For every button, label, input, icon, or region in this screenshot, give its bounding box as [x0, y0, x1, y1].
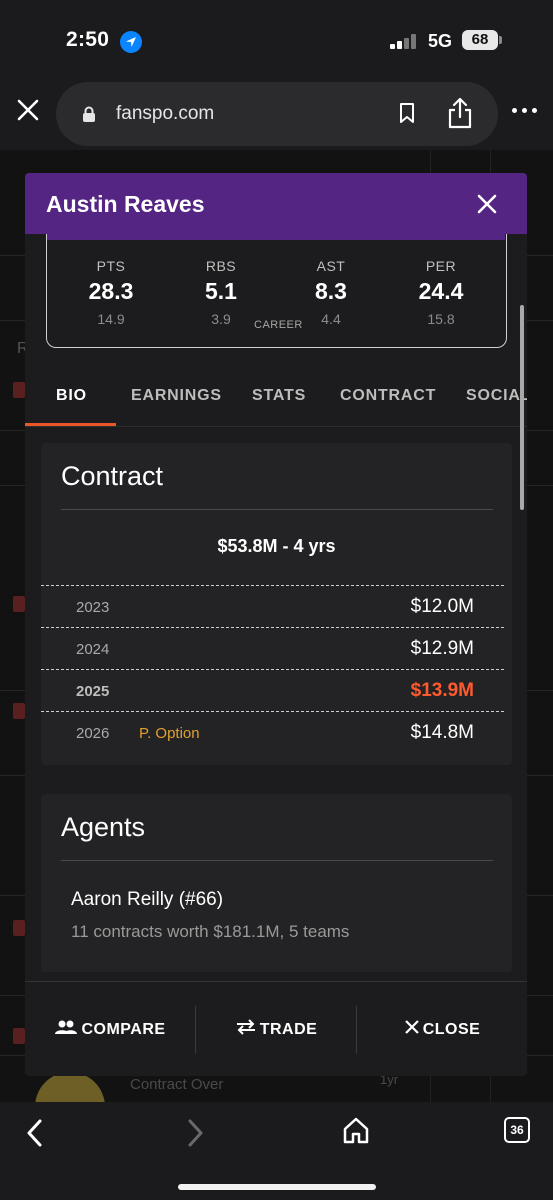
- compare-button[interactable]: COMPARE: [25, 982, 195, 1076]
- browser-toolbar: 36: [0, 1102, 553, 1200]
- player-option-label: P. Option: [139, 725, 200, 742]
- stat-value: 8.3: [315, 278, 347, 304]
- stat-value: 28.3: [88, 278, 134, 304]
- agents-card: Agents Aaron Reilly (#66) 11 contracts w…: [41, 794, 512, 972]
- modal-header: Austin Reaves: [25, 173, 527, 234]
- share-icon[interactable]: [446, 96, 474, 135]
- stat-value: 24.4: [418, 278, 464, 304]
- tab-stats[interactable]: STATS: [252, 387, 306, 405]
- trade-label: TRADE: [259, 1020, 318, 1038]
- season-stats-box: PTS 28.3 14.9 RBS 5.1 3.9 AST 8.3 4.4 PE…: [46, 234, 507, 348]
- close-button[interactable]: CLOSE: [357, 982, 527, 1076]
- status-bar: 2:50 5G 68: [0, 0, 553, 74]
- home-indicator: [178, 1184, 376, 1190]
- contract-row: 2023 $12.0M: [41, 585, 504, 627]
- stat-per: PER 24.4 15.8: [391, 258, 491, 327]
- bookmark-icon[interactable]: [398, 102, 416, 129]
- tabs-count-icon[interactable]: 36: [504, 1117, 530, 1143]
- close-label: CLOSE: [422, 1020, 481, 1038]
- address-bar[interactable]: fanspo.com: [56, 82, 498, 146]
- stat-label: AST: [316, 258, 346, 274]
- location-arrow-icon: [120, 31, 142, 53]
- cellular-signal-icon: [390, 33, 422, 49]
- battery-icon: 68: [462, 30, 498, 50]
- swap-arrows-icon: [235, 1019, 257, 1040]
- contract-amount: $12.0M: [410, 596, 474, 617]
- contract-row: 2026 P. Option $14.8M: [41, 711, 504, 753]
- people-icon: [54, 1019, 78, 1040]
- agents-title: Agents: [61, 812, 146, 842]
- close-icon: [404, 1019, 420, 1040]
- contract-row: 2024 $12.9M: [41, 627, 504, 669]
- background-badge: [13, 920, 25, 936]
- career-label: CAREER: [254, 319, 303, 331]
- contract-amount: $14.8M: [410, 722, 474, 743]
- more-options-icon[interactable]: [510, 104, 540, 116]
- battery-nub: [499, 36, 502, 44]
- lock-icon: [82, 106, 96, 128]
- stat-pts: PTS 28.3 14.9: [61, 258, 161, 327]
- background-badge: [13, 382, 25, 398]
- stat-label: PTS: [96, 258, 126, 274]
- player-modal: Austin Reaves PTS 28.3 14.9 RBS 5.1 3.9 …: [25, 173, 527, 1076]
- home-icon[interactable]: [342, 1116, 370, 1151]
- contract-amount: $12.9M: [410, 638, 474, 659]
- url-text[interactable]: fanspo.com: [116, 103, 214, 125]
- stat-rbs: RBS 5.1 3.9: [171, 258, 271, 327]
- network-type: 5G: [428, 31, 453, 51]
- scrollbar-thumb[interactable]: [520, 305, 524, 510]
- contract-amount: $13.9M: [410, 680, 474, 701]
- background-badge: [13, 1028, 25, 1044]
- background-player-image: [35, 1072, 105, 1102]
- forward-icon[interactable]: [184, 1118, 206, 1153]
- trade-button[interactable]: TRADE: [196, 982, 356, 1076]
- stat-career-value: 15.8: [427, 311, 455, 327]
- stat-label: PER: [425, 258, 457, 274]
- contract-year: 2023: [76, 599, 110, 616]
- agent-detail: 11 contracts worth $181.1M, 5 teams: [71, 922, 350, 941]
- close-tab-icon[interactable]: [14, 96, 42, 124]
- player-name: Austin Reaves: [46, 191, 205, 217]
- tab-bio[interactable]: BIO: [56, 387, 87, 405]
- contract-year: 2024: [76, 641, 110, 658]
- stats-accent-strip: [47, 234, 505, 240]
- modal-action-bar: COMPARE TRADE CLOSE: [25, 981, 527, 1076]
- stat-ast: AST 8.3 4.4: [281, 258, 381, 327]
- stat-label: RBS: [205, 258, 237, 274]
- tab-social[interactable]: SOCIAL: [466, 387, 527, 405]
- contract-total: $53.8M - 4 yrs: [217, 536, 336, 556]
- background-badge: [13, 703, 25, 719]
- browser-bar: fanspo.com: [0, 74, 553, 150]
- contract-card: Contract $53.8M - 4 yrs 2023 $12.0M 2024…: [41, 443, 512, 765]
- stat-career-value: 14.9: [97, 311, 125, 327]
- agent-name[interactable]: Aaron Reilly (#66): [71, 889, 223, 911]
- close-icon[interactable]: [476, 193, 498, 215]
- contract-row-current: 2025 $13.9M: [41, 669, 504, 711]
- compare-label: COMPARE: [81, 1020, 166, 1038]
- active-tab-indicator: [25, 423, 116, 426]
- card-divider: [61, 509, 493, 510]
- background-contract-over: Contract Over: [130, 1076, 224, 1093]
- back-icon[interactable]: [24, 1118, 46, 1153]
- background-badge: [13, 596, 25, 612]
- tab-earnings[interactable]: EARNINGS: [131, 387, 222, 405]
- contract-year: 2026: [76, 725, 110, 742]
- contract-year: 2025: [76, 683, 110, 700]
- contract-title: Contract: [61, 461, 164, 491]
- status-time: 2:50: [66, 28, 110, 51]
- tab-bar: BIO EARNINGS STATS CONTRACT SOCIAL: [25, 365, 527, 427]
- card-divider: [61, 860, 493, 861]
- tab-contract[interactable]: CONTRACT: [340, 387, 436, 405]
- stat-value: 5.1: [205, 278, 237, 304]
